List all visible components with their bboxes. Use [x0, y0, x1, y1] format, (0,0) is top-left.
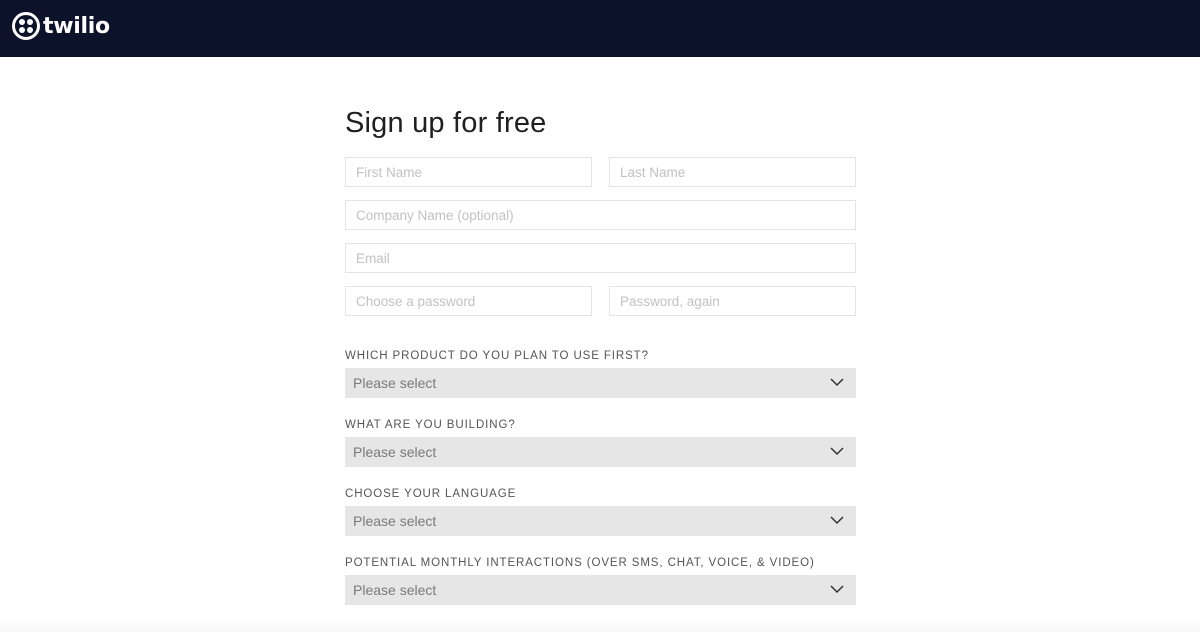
page-title: Sign up for free: [345, 107, 547, 139]
language-select-label: CHOOSE YOUR LANGUAGE: [345, 488, 517, 500]
product-select-label: WHICH PRODUCT DO YOU PLAN TO USE FIRST?: [345, 350, 649, 362]
top-bar: twilio: [0, 0, 1200, 57]
twilio-logo[interactable]: twilio: [12, 11, 110, 41]
first-name-input[interactable]: [345, 157, 592, 187]
building-select-label: WHAT ARE YOU BUILDING?: [345, 419, 516, 431]
interactions-select[interactable]: Please select: [345, 575, 856, 605]
email-input[interactable]: [345, 243, 856, 273]
building-select-value: Please select: [353, 444, 437, 460]
interactions-select-label: POTENTIAL MONTHLY INTERACTIONS (OVER SMS…: [345, 557, 815, 569]
twilio-logo-icon: [12, 12, 40, 40]
company-name-input[interactable]: [345, 200, 856, 230]
building-select[interactable]: Please select: [345, 437, 856, 467]
chevron-down-icon: [830, 516, 844, 525]
language-select-value: Please select: [353, 513, 437, 529]
language-select[interactable]: Please select: [345, 506, 856, 536]
chevron-down-icon: [830, 447, 844, 456]
last-name-input[interactable]: [609, 157, 856, 187]
logo-text: twilio: [43, 13, 110, 39]
chevron-down-icon: [830, 585, 844, 594]
interactions-select-value: Please select: [353, 582, 437, 598]
chevron-down-icon: [830, 378, 844, 387]
bottom-divider: [0, 620, 1200, 632]
password-input[interactable]: [345, 286, 592, 316]
product-select[interactable]: Please select: [345, 368, 856, 398]
password-again-input[interactable]: [609, 286, 856, 316]
product-select-value: Please select: [353, 375, 437, 391]
